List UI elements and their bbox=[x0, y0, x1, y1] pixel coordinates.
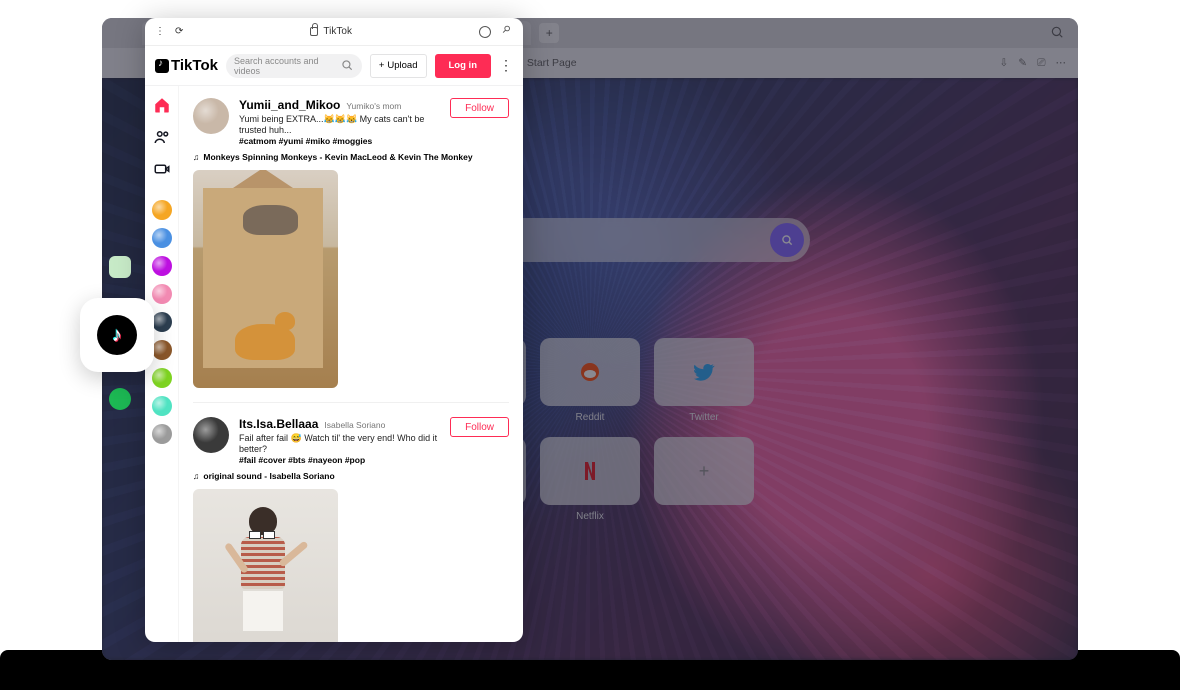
speed-dial-label: Twitter bbox=[689, 412, 718, 423]
panel-title: TikTok bbox=[323, 26, 352, 37]
tiktok-logo[interactable]: TikTok bbox=[155, 57, 218, 74]
plus-icon: + bbox=[379, 60, 385, 71]
emoji-icon[interactable] bbox=[479, 26, 491, 38]
tiktok-feed: Yumii_and_Mikoo Yumiko's mom Yumi being … bbox=[179, 86, 523, 642]
post-hashtags[interactable]: #catmom #yumi #miko #moggies bbox=[239, 136, 440, 146]
tiktok-floating-badge bbox=[80, 298, 154, 372]
new-tab-button[interactable]: + bbox=[539, 23, 559, 43]
post-display-name: Yumiko's mom bbox=[346, 101, 401, 111]
screenshot-icon[interactable]: ✎ bbox=[1018, 57, 1027, 70]
lock-icon bbox=[310, 27, 318, 36]
post-caption: Yumi being EXTRA...😹😹😹 My cats can't be … bbox=[239, 114, 440, 135]
pin-icon[interactable]: ⚲ bbox=[499, 23, 516, 40]
follow-button[interactable]: Follow bbox=[450, 417, 509, 437]
suggested-avatar[interactable] bbox=[152, 424, 172, 444]
extensions-icon[interactable]: ⋯ bbox=[1056, 57, 1067, 70]
reload-icon[interactable]: ⟳ bbox=[175, 26, 183, 37]
suggested-avatar[interactable] bbox=[152, 340, 172, 360]
post-username[interactable]: Yumii_and_Mikoo bbox=[239, 98, 340, 112]
speed-dial-twitter[interactable] bbox=[654, 338, 754, 406]
suggested-avatar[interactable] bbox=[152, 200, 172, 220]
suggested-avatar[interactable] bbox=[152, 396, 172, 416]
search-icon bbox=[340, 58, 354, 74]
suggested-accounts bbox=[152, 200, 172, 444]
post-video[interactable] bbox=[193, 170, 338, 388]
sound-label: original sound - Isabella Soriano bbox=[203, 471, 334, 481]
search-tabs-icon[interactable] bbox=[1050, 25, 1064, 42]
following-icon[interactable] bbox=[153, 128, 171, 146]
search-go-button[interactable] bbox=[770, 223, 804, 257]
tiktok-topbar: TikTok Search accounts and videos +Uploa… bbox=[145, 46, 523, 86]
home-icon[interactable] bbox=[153, 96, 171, 114]
music-note-icon: ♫ bbox=[193, 152, 199, 162]
music-note-icon: ♫ bbox=[193, 471, 199, 481]
speed-dial-label: Reddit bbox=[576, 412, 605, 423]
tiktok-search-input[interactable]: Search accounts and videos bbox=[226, 54, 362, 78]
speed-dial-reddit[interactable] bbox=[540, 338, 640, 406]
suggested-avatar[interactable] bbox=[152, 228, 172, 248]
post-sound[interactable]: ♫ original sound - Isabella Soriano bbox=[193, 471, 509, 481]
post-sound[interactable]: ♫ Monkeys Spinning Monkeys - Kevin MacLeo… bbox=[193, 152, 509, 162]
live-icon[interactable] bbox=[153, 160, 171, 178]
post-avatar[interactable] bbox=[193, 417, 229, 453]
login-button[interactable]: Log in bbox=[435, 54, 492, 78]
post-avatar[interactable] bbox=[193, 98, 229, 134]
post-caption: Fail after fail 😅 Watch til' the very en… bbox=[239, 433, 440, 454]
upload-button[interactable]: +Upload bbox=[370, 54, 427, 78]
feed-post: Yumii_and_Mikoo Yumiko's mom Yumi being … bbox=[193, 98, 509, 403]
speed-dial-netflix[interactable] bbox=[540, 437, 640, 505]
tiktok-sidebar-panel: ⋮ ⟳ TikTok ⚲ TikTok Search accounts and … bbox=[145, 18, 523, 642]
follow-button[interactable]: Follow bbox=[450, 98, 509, 118]
post-hashtags[interactable]: #fail #cover #bts #nayeon #pop bbox=[239, 455, 440, 465]
tiktok-badge-icon bbox=[97, 315, 137, 355]
feed-post: Its.Isa.Bellaaa Isabella Soriano Fail af… bbox=[193, 417, 509, 642]
suggested-avatar[interactable] bbox=[152, 256, 172, 276]
more-options-icon[interactable]: ⋮ bbox=[499, 57, 513, 74]
upload-label: Upload bbox=[387, 60, 417, 71]
snapshot-icon[interactable]: ⎚ bbox=[1037, 57, 1045, 70]
suggested-avatar[interactable] bbox=[152, 368, 172, 388]
speed-dial-label: Netflix bbox=[576, 511, 604, 522]
post-username[interactable]: Its.Isa.Bellaaa bbox=[239, 417, 318, 431]
panel-header: ⋮ ⟳ TikTok ⚲ bbox=[145, 18, 523, 46]
suggested-avatar[interactable] bbox=[152, 284, 172, 304]
panel-menu-icon[interactable]: ⋮ bbox=[155, 26, 165, 37]
speed-dial-add[interactable]: + bbox=[654, 437, 754, 505]
download-icon[interactable]: ⇩ bbox=[999, 57, 1008, 70]
post-display-name: Isabella Soriano bbox=[324, 420, 385, 430]
suggested-avatar[interactable] bbox=[152, 312, 172, 332]
search-placeholder: Search accounts and videos bbox=[234, 56, 340, 76]
messenger-chip-icon[interactable] bbox=[109, 256, 131, 278]
tiktok-logo-text: TikTok bbox=[171, 57, 218, 74]
post-video[interactable] bbox=[193, 489, 338, 642]
sound-label: Monkeys Spinning Monkeys - Kevin MacLeod… bbox=[203, 152, 472, 162]
spotify-chip-icon[interactable] bbox=[109, 388, 131, 410]
tiktok-note-icon bbox=[155, 59, 169, 73]
